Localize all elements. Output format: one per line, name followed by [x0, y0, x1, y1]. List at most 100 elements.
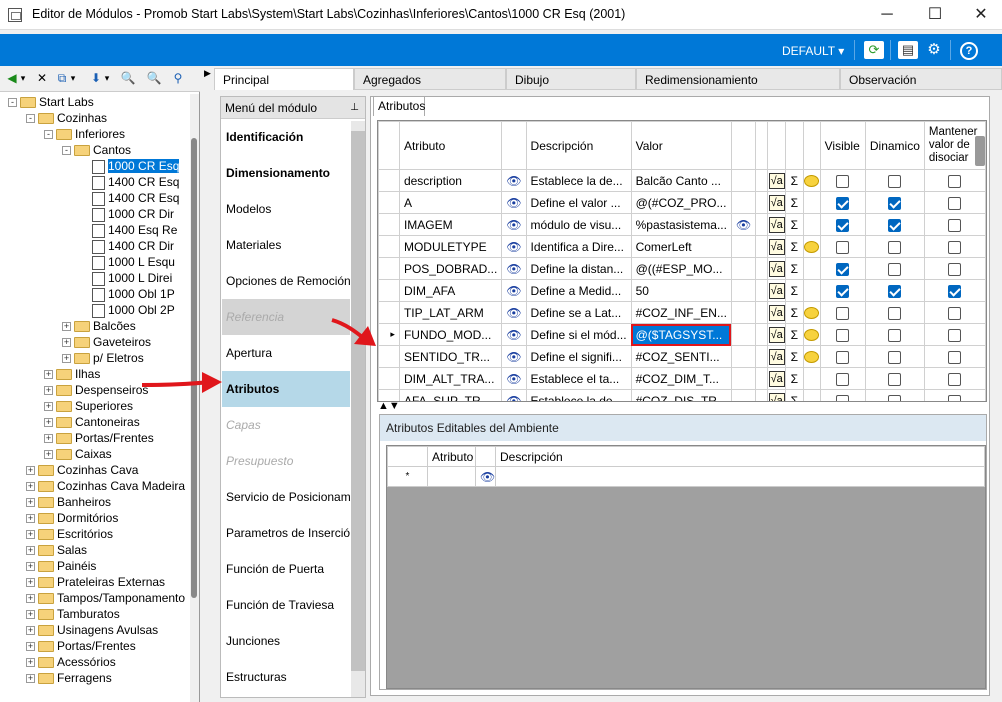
chevron-down-icon[interactable]: ▾: [69, 70, 77, 86]
row-pointer-cell[interactable]: [378, 345, 400, 368]
tree-node[interactable]: + Superiores: [44, 398, 133, 414]
tree-node[interactable]: 1000 CR Esq: [80, 158, 180, 174]
tab-principal[interactable]: Principal: [214, 68, 354, 90]
binoculars-cell[interactable]: 👁: [501, 367, 527, 390]
tree-node[interactable]: + Escritórios: [26, 526, 113, 542]
splitter-arrows-icon[interactable]: ▲▼: [378, 401, 400, 412]
tab-dibujo[interactable]: Dibujo: [506, 68, 636, 90]
dinamico-checkbox[interactable]: [888, 218, 902, 232]
valor-binoculars-cell[interactable]: [730, 367, 757, 390]
binoculars-cell[interactable]: 👁: [501, 191, 527, 214]
formula-icon[interactable]: √a: [768, 194, 785, 211]
formula-cell[interactable]: √a: [767, 279, 787, 302]
expand-icon[interactable]: +: [26, 594, 35, 604]
tree-node[interactable]: 1400 Esq Re: [80, 222, 177, 238]
comment-cell[interactable]: [802, 257, 821, 280]
visible-cell[interactable]: [819, 235, 866, 258]
formula-icon[interactable]: √a: [768, 216, 785, 233]
expand-icon[interactable]: +: [26, 530, 35, 540]
sigma-cell[interactable]: Σ: [785, 191, 804, 214]
tree-node[interactable]: 1000 L Esqu: [80, 254, 175, 270]
tree-node[interactable]: + Tamburatos: [26, 606, 120, 622]
dinamico-cell[interactable]: [864, 301, 925, 324]
row-pointer-cell[interactable]: [378, 279, 400, 302]
back-icon[interactable]: ◀: [4, 70, 20, 86]
profile-dropdown[interactable]: DEFAULT ▾: [782, 44, 844, 58]
copy-icon[interactable]: ⧉: [54, 70, 70, 86]
row-pointer-cell[interactable]: [378, 213, 400, 236]
comment-cell[interactable]: [802, 235, 821, 258]
mantener-checkbox[interactable]: [948, 350, 962, 364]
binoculars-icon[interactable]: 👁: [475, 466, 496, 487]
menu-item[interactable]: Dimensionamento: [222, 155, 350, 191]
comment-cell[interactable]: [802, 389, 821, 401]
tree-node[interactable]: + Cozinhas Cava: [26, 462, 138, 478]
descripcion-cell[interactable]: Define la distan...: [525, 257, 632, 280]
tree-node[interactable]: + Salas: [26, 542, 87, 558]
expand-icon[interactable]: +: [44, 370, 53, 380]
visible-cell[interactable]: [819, 257, 866, 280]
valor-cell[interactable]: 50: [630, 279, 732, 302]
descripcion-cell[interactable]: Define se a Lat...: [525, 301, 632, 324]
valor-binoculars-cell[interactable]: [730, 345, 757, 368]
formula-cell[interactable]: √a: [767, 345, 787, 368]
menu-item[interactable]: Materiales: [222, 227, 350, 263]
atributo-cell[interactable]: DIM_ALT_TRA...: [398, 367, 503, 390]
visible-checkbox[interactable]: [836, 218, 850, 232]
sigma-icon[interactable]: Σ: [791, 174, 798, 188]
visible-checkbox[interactable]: [836, 328, 850, 342]
binoculars-icon[interactable]: 👁: [480, 470, 495, 484]
mantener-cell[interactable]: [923, 389, 986, 401]
mantener-cell[interactable]: [923, 235, 986, 258]
menu-item[interactable]: Opciones de Remoción: [222, 263, 350, 299]
mantener-cell[interactable]: [923, 169, 986, 192]
dinamico-cell[interactable]: [864, 323, 925, 346]
atributo-cell[interactable]: FUNDO_MOD...: [398, 323, 503, 346]
binoculars-cell[interactable]: 👁: [501, 301, 527, 324]
scrollbar-thumb[interactable]: [351, 131, 365, 671]
dinamico-cell[interactable]: [864, 235, 925, 258]
sigma-cell[interactable]: Σ: [785, 169, 804, 192]
sigma-icon[interactable]: Σ: [791, 350, 798, 364]
binoculars-cell[interactable]: 👁: [501, 323, 527, 346]
visible-cell[interactable]: [819, 279, 866, 302]
formula-cell[interactable]: √a: [767, 191, 787, 214]
formula-cell[interactable]: √a: [767, 367, 787, 390]
descripcion-cell[interactable]: Establece la de...: [525, 169, 632, 192]
maximize-button[interactable]: ☐: [912, 0, 958, 30]
expand-icon[interactable]: +: [44, 434, 53, 444]
tree-node[interactable]: - Cozinhas: [26, 110, 107, 126]
mantener-cell[interactable]: [923, 367, 986, 390]
expand-icon[interactable]: +: [62, 354, 71, 364]
formula-cell[interactable]: √a: [767, 323, 787, 346]
valor-cell[interactable]: #COZ_SENTI...: [630, 345, 732, 368]
mantener-checkbox[interactable]: [948, 218, 962, 232]
mantener-checkbox[interactable]: [948, 240, 962, 254]
binoculars-cell[interactable]: 👁: [501, 169, 527, 192]
collapse-icon[interactable]: -: [8, 98, 17, 108]
valor-binoculars-cell[interactable]: [730, 191, 757, 214]
row-pointer-cell[interactable]: ▸: [378, 323, 400, 346]
tree-node[interactable]: + Portas/Frentes: [26, 638, 136, 654]
mantener-checkbox[interactable]: [948, 306, 962, 320]
dinamico-cell[interactable]: [864, 191, 925, 214]
expand-icon[interactable]: +: [62, 322, 71, 332]
expand-icon[interactable]: +: [26, 562, 35, 572]
column-header-visible[interactable]: Visible: [819, 121, 866, 170]
find-in-tree-icon[interactable]: 🔍: [146, 70, 162, 86]
row-pointer-cell[interactable]: [378, 367, 400, 390]
visible-cell[interactable]: [819, 323, 866, 346]
sigma-cell[interactable]: Σ: [785, 213, 804, 236]
expand-icon[interactable]: +: [26, 482, 35, 492]
collapse-icon[interactable]: -: [62, 146, 71, 156]
dinamico-checkbox[interactable]: [888, 240, 902, 254]
expand-icon[interactable]: +: [62, 338, 71, 348]
menu-item[interactable]: Atributos: [222, 371, 350, 407]
comment-icon[interactable]: [804, 329, 820, 342]
valor-cell[interactable]: %pastasistema...: [630, 213, 732, 236]
visible-cell[interactable]: [819, 213, 866, 236]
visible-cell[interactable]: [819, 367, 866, 390]
menu-scrollbar[interactable]: [351, 121, 365, 697]
help-icon[interactable]: ?: [960, 42, 978, 60]
formula-icon[interactable]: √a: [768, 304, 785, 321]
